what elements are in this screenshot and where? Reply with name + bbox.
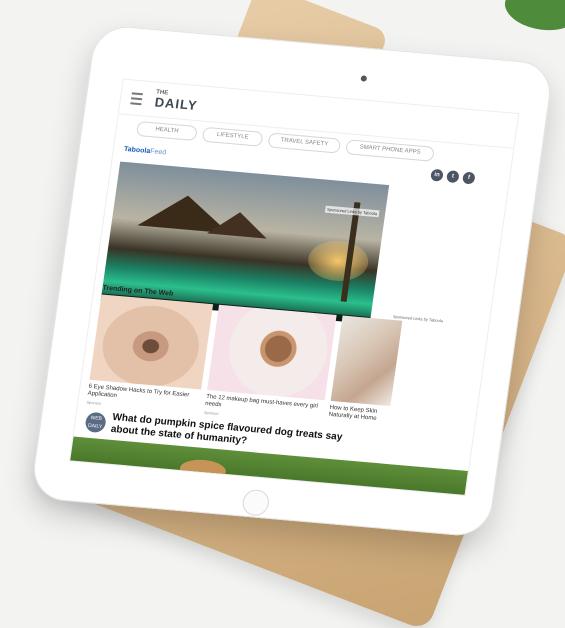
cosmetic-powder-image[interactable] xyxy=(207,304,337,401)
lamp-glow xyxy=(305,238,371,284)
menu-icon[interactable] xyxy=(130,92,143,106)
publisher-badge: WEB DAILY xyxy=(84,411,108,434)
pill-health[interactable]: HEALTH xyxy=(135,120,198,142)
hut-roof-small xyxy=(206,209,271,239)
feed-brand-suffix: Feed xyxy=(149,148,167,157)
logo-daily[interactable]: DAILY xyxy=(154,94,199,113)
facebook-icon[interactable]: f xyxy=(462,171,476,185)
photo-scene: THE DAILY HEALTH LIFESTYLE TRAVEL SAFETY… xyxy=(0,0,565,628)
pill-travel-safety[interactable]: TRAVEL SAFETY xyxy=(267,132,342,154)
tablet-device: THE DAILY HEALTH LIFESTYLE TRAVEL SAFETY… xyxy=(29,23,555,539)
taboola-feed-brand: TaboolaFeed xyxy=(123,146,166,157)
home-button[interactable] xyxy=(241,488,271,517)
card-source: Sponsor xyxy=(86,399,102,406)
plant-leaf xyxy=(500,0,565,41)
twitter-icon[interactable]: t xyxy=(446,170,460,184)
pill-lifestyle[interactable]: LIFESTYLE xyxy=(201,126,264,147)
camera-icon xyxy=(360,75,368,82)
pill-smart-phone-apps[interactable]: SMART PHONE APPS xyxy=(345,139,435,162)
skincare-image[interactable] xyxy=(330,315,403,407)
feed-brand-name: Taboola xyxy=(123,145,151,156)
eye-makeup-image[interactable] xyxy=(89,294,214,390)
linkedin-icon[interactable]: in xyxy=(430,168,444,182)
card-title[interactable]: How to Keep Skin Naturally at Home xyxy=(328,405,390,424)
tablet-screen: THE DAILY HEALTH LIFESTYLE TRAVEL SAFETY… xyxy=(69,78,520,496)
card-source: Sponsor xyxy=(203,409,220,417)
